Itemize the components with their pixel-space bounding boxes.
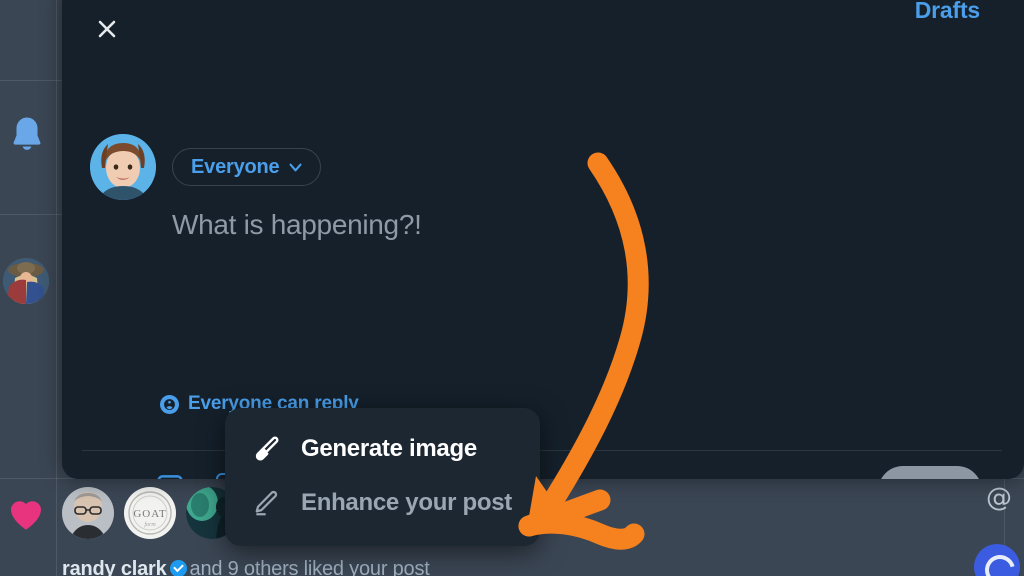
promo-avatar (974, 544, 1020, 576)
svg-text:GOAT: GOAT (133, 508, 166, 520)
grok-actions-menu: Generate image Enhance your post (225, 408, 540, 546)
liker-avatar[interactable] (62, 487, 114, 539)
pencil-icon (251, 488, 281, 518)
notification-text: randy clark and 9 others liked your post (62, 558, 430, 576)
toolbar-divider (82, 450, 1002, 451)
menu-item-label: Enhance your post (301, 489, 512, 516)
sidebar-avatar[interactable] (3, 258, 49, 304)
modal-header: Drafts (62, 0, 1024, 46)
menu-item-label: Generate image (301, 435, 477, 462)
svg-text:farm: farm (144, 521, 156, 528)
verified-icon (169, 560, 187, 576)
paintbrush-icon (251, 434, 281, 464)
composer: Everyone What is happening?! Everyone ca… (62, 46, 1024, 479)
menu-item-generate-image[interactable]: Generate image (225, 422, 540, 476)
notification-username: randy clark (62, 558, 167, 576)
screen: GOAT farm randy clark and 9 others liked… (0, 0, 1024, 576)
post-text-input[interactable]: What is happening?! (172, 209, 422, 241)
menu-item-enhance-post[interactable]: Enhance your post (225, 476, 540, 530)
close-icon[interactable] (90, 12, 124, 46)
sidebar-divider (56, 0, 57, 576)
heart-icon (6, 494, 46, 532)
post-button[interactable]: Post (878, 466, 982, 479)
liker-avatar[interactable]: GOAT farm (124, 487, 176, 539)
notification-suffix: and 9 others liked your post (189, 558, 430, 576)
at-icon: @ (986, 483, 1012, 513)
drafts-button[interactable]: Drafts (915, 0, 980, 24)
audience-selector[interactable]: Everyone (172, 148, 322, 186)
audience-label: Everyone (191, 155, 280, 178)
bell-icon[interactable] (6, 112, 48, 158)
user-avatar[interactable] (90, 134, 156, 200)
globe-icon (160, 394, 179, 414)
media-icon[interactable] (154, 471, 186, 479)
compose-post-modal: Drafts Everyone What is happening?! Ever… (62, 0, 1024, 479)
chevron-down-icon (289, 163, 302, 171)
